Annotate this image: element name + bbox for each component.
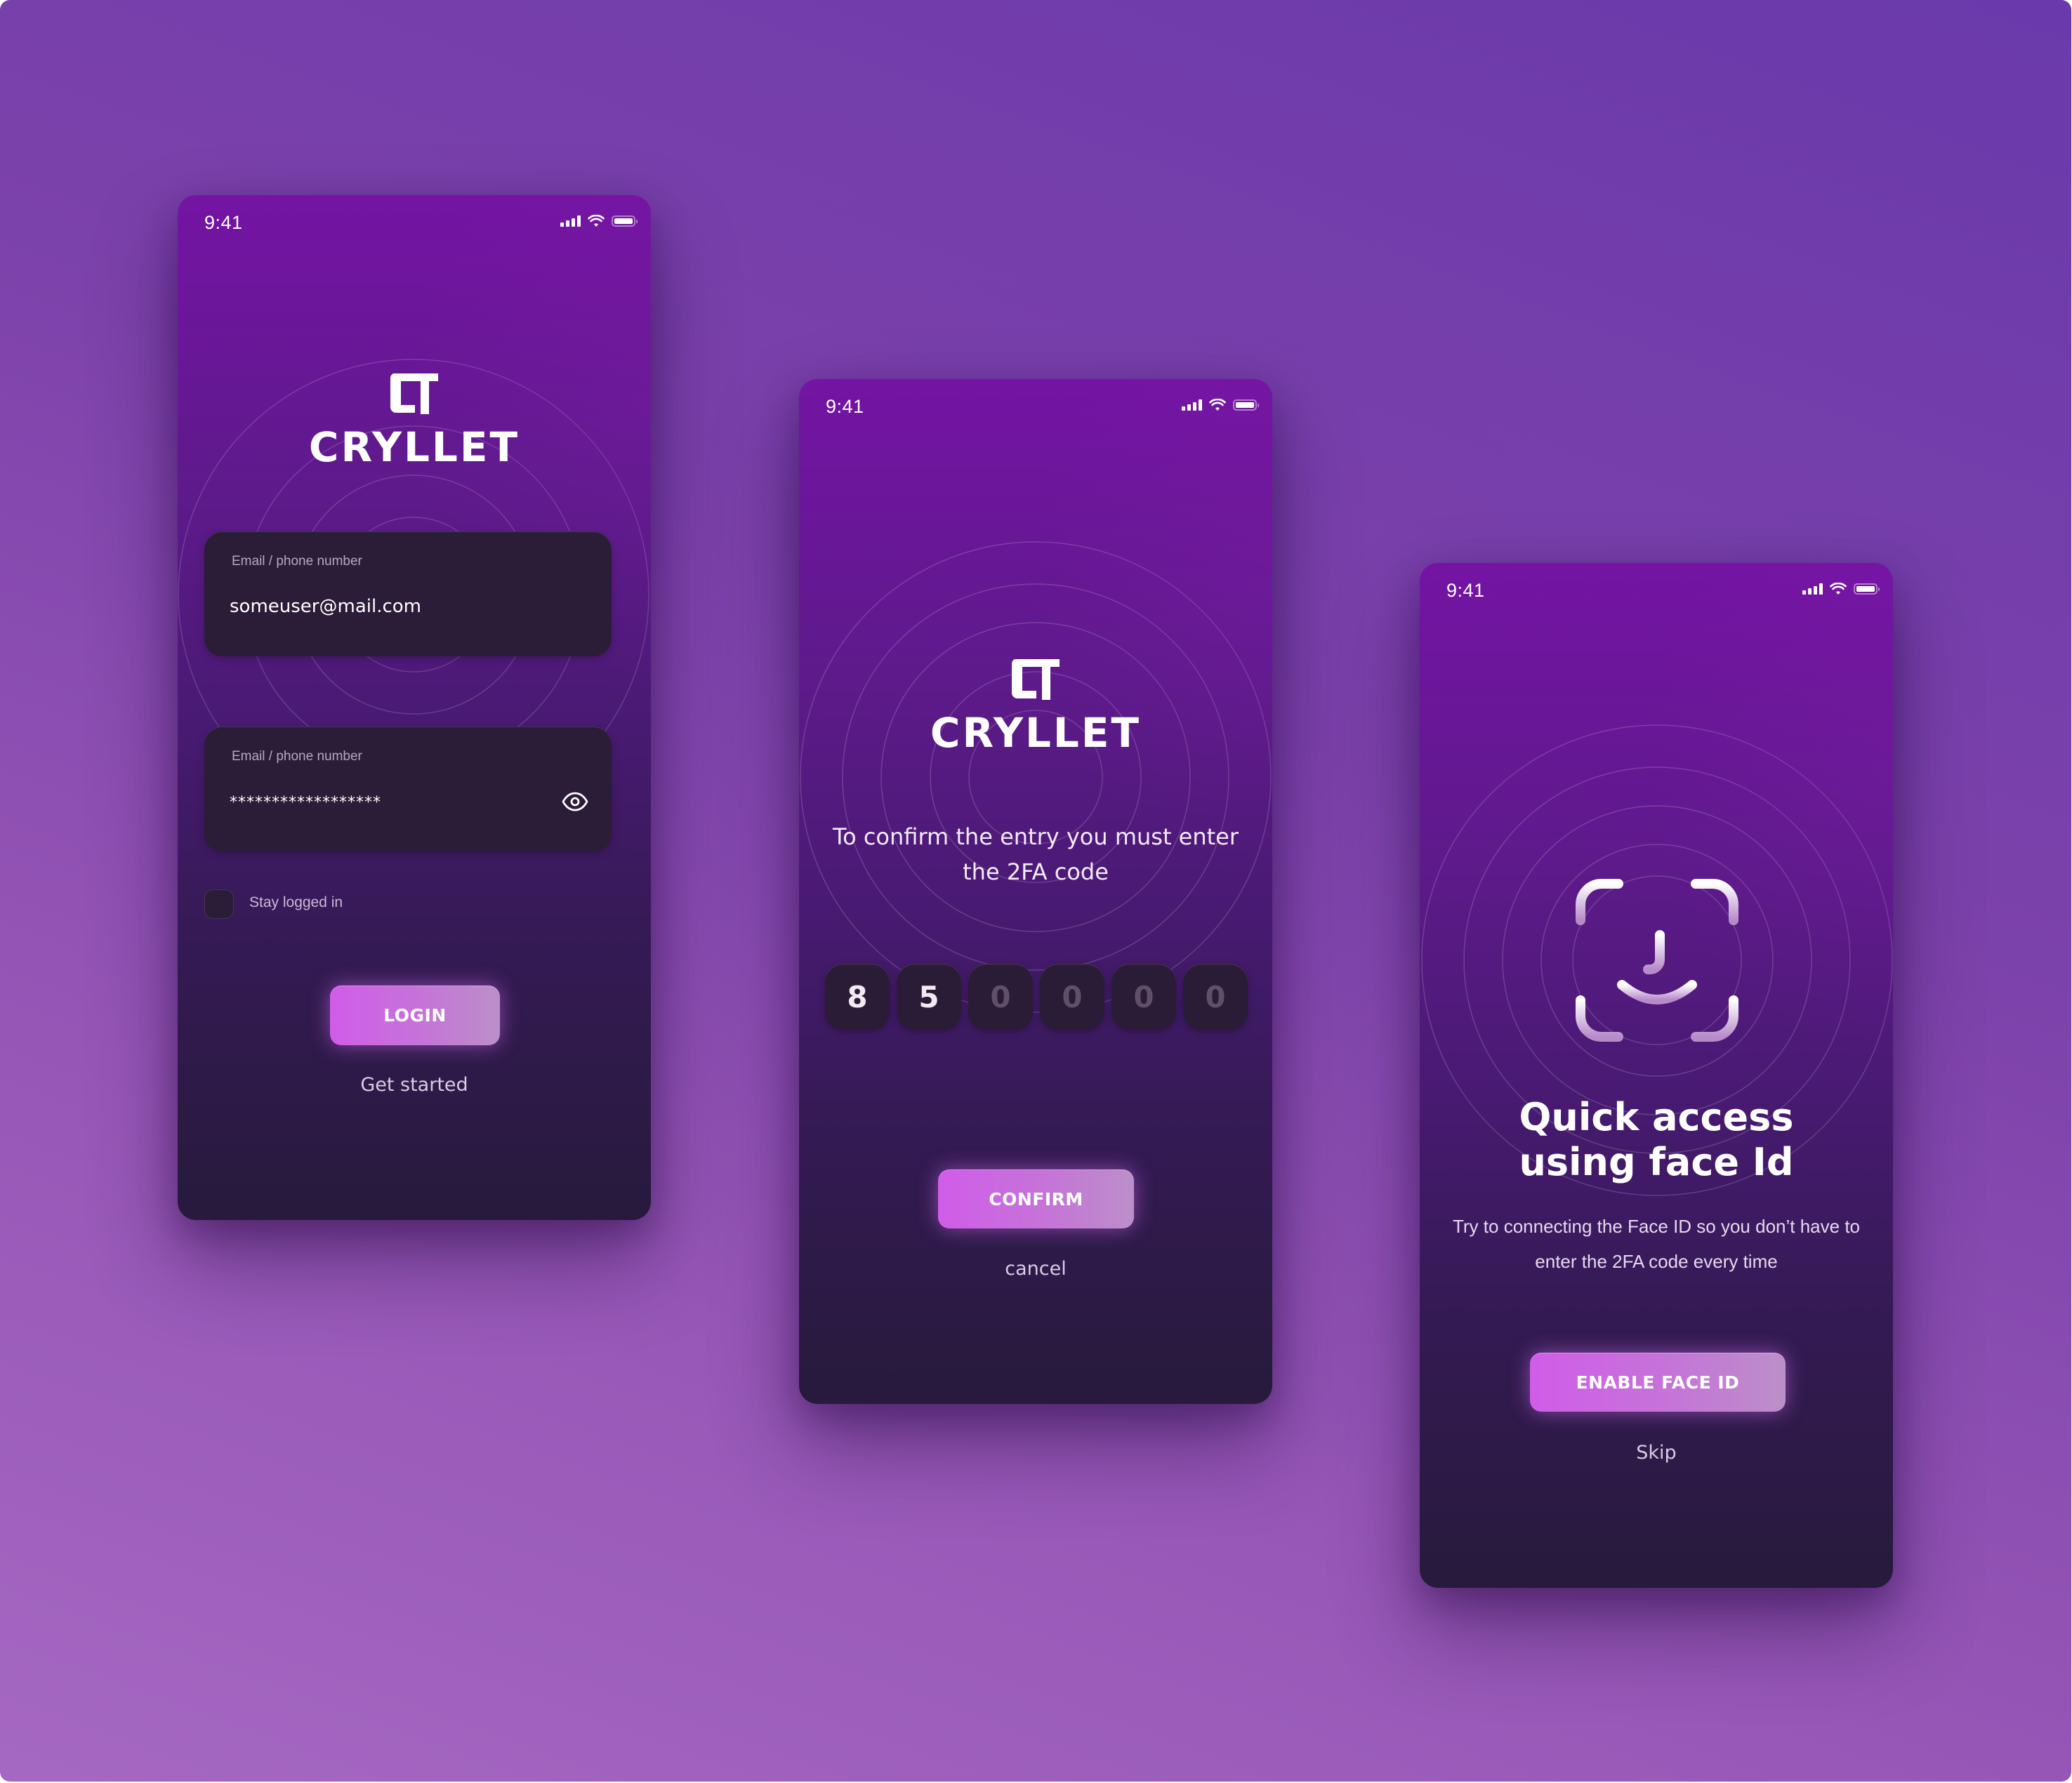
stay-logged-in-checkbox[interactable] [204, 889, 234, 919]
email-field-label: Email / phone number [232, 554, 362, 569]
decorative-rings [800, 541, 1272, 1013]
cellular-signal-icon [560, 216, 581, 227]
faceid-title-line2: using face Id [1519, 1140, 1794, 1184]
eye-icon[interactable] [561, 791, 589, 812]
code-digit[interactable]: 0 [968, 964, 1033, 1030]
enable-face-id-button[interactable]: ENABLE FACE ID [1530, 1353, 1786, 1412]
status-time: 9:41 [1446, 580, 1485, 601]
cryllet-logo-icon [390, 373, 438, 414]
login-screen: 9:41 CRYLLET Email / phone number Email … [178, 195, 651, 1220]
get-started-link[interactable]: Get started [178, 1074, 651, 1096]
face-id-icon [1576, 879, 1738, 1042]
faceid-screen: 9:41 Quick access using face Id Try to c… [1420, 563, 1893, 1588]
password-field-label: Email / phone number [232, 749, 362, 764]
code-digit[interactable]: 8 [825, 964, 890, 1030]
brand-logo: CRYLLET [178, 372, 651, 468]
code-digit[interactable]: 0 [1040, 964, 1104, 1030]
faceid-title: Quick access using face Id [1420, 1095, 1893, 1185]
cellular-signal-icon [1182, 399, 1202, 411]
faceid-description: Try to connecting the Face ID so you don… [1452, 1216, 1861, 1272]
brand-logo: CRYLLET [799, 658, 1272, 753]
brand-name: CRYLLET [930, 709, 1142, 757]
confirm-button[interactable]: CONFIRM [938, 1169, 1134, 1228]
brand-name: CRYLLET [308, 423, 520, 471]
skip-link[interactable]: Skip [1420, 1442, 1893, 1464]
twofa-screen: 9:41 CRYLLET To confirm the entry you mu… [799, 379, 1272, 1404]
email-field[interactable]: Email / phone number [204, 531, 612, 656]
twofa-code-input[interactable]: 8 5 0 0 0 0 [825, 964, 1248, 1030]
password-field[interactable]: Email / phone number ****************** [204, 727, 612, 851]
showcase-background: 9:41 CRYLLET Email / phone number Email … [0, 0, 2071, 1782]
status-bar: 9:41 [799, 379, 1272, 435]
wifi-icon [1209, 399, 1226, 411]
cryllet-logo-icon [1011, 659, 1060, 700]
wifi-icon [588, 215, 605, 227]
code-digit[interactable]: 0 [1183, 964, 1248, 1030]
status-bar: 9:41 [178, 195, 651, 251]
faceid-title-line1: Quick access [1519, 1095, 1794, 1139]
wifi-icon [1830, 583, 1847, 595]
battery-icon [1233, 399, 1259, 411]
status-time: 9:41 [204, 212, 243, 233]
decorative-rings [1421, 724, 1893, 1196]
status-bar: 9:41 [1420, 563, 1893, 619]
twofa-instructions: To confirm the entry you must enter the … [832, 823, 1239, 885]
stay-logged-in-label: Stay logged in [249, 894, 343, 910]
login-button[interactable]: LOGIN [330, 986, 500, 1045]
code-digit[interactable]: 5 [897, 964, 961, 1030]
battery-icon [612, 216, 638, 227]
code-digit[interactable]: 0 [1111, 964, 1176, 1030]
decorative-rings [178, 359, 649, 830]
password-input[interactable]: ****************** [230, 794, 553, 811]
status-time: 9:41 [826, 396, 864, 417]
cellular-signal-icon [1802, 583, 1823, 595]
email-input[interactable] [230, 596, 553, 617]
cancel-link[interactable]: cancel [799, 1258, 1272, 1280]
battery-icon [1854, 583, 1880, 595]
